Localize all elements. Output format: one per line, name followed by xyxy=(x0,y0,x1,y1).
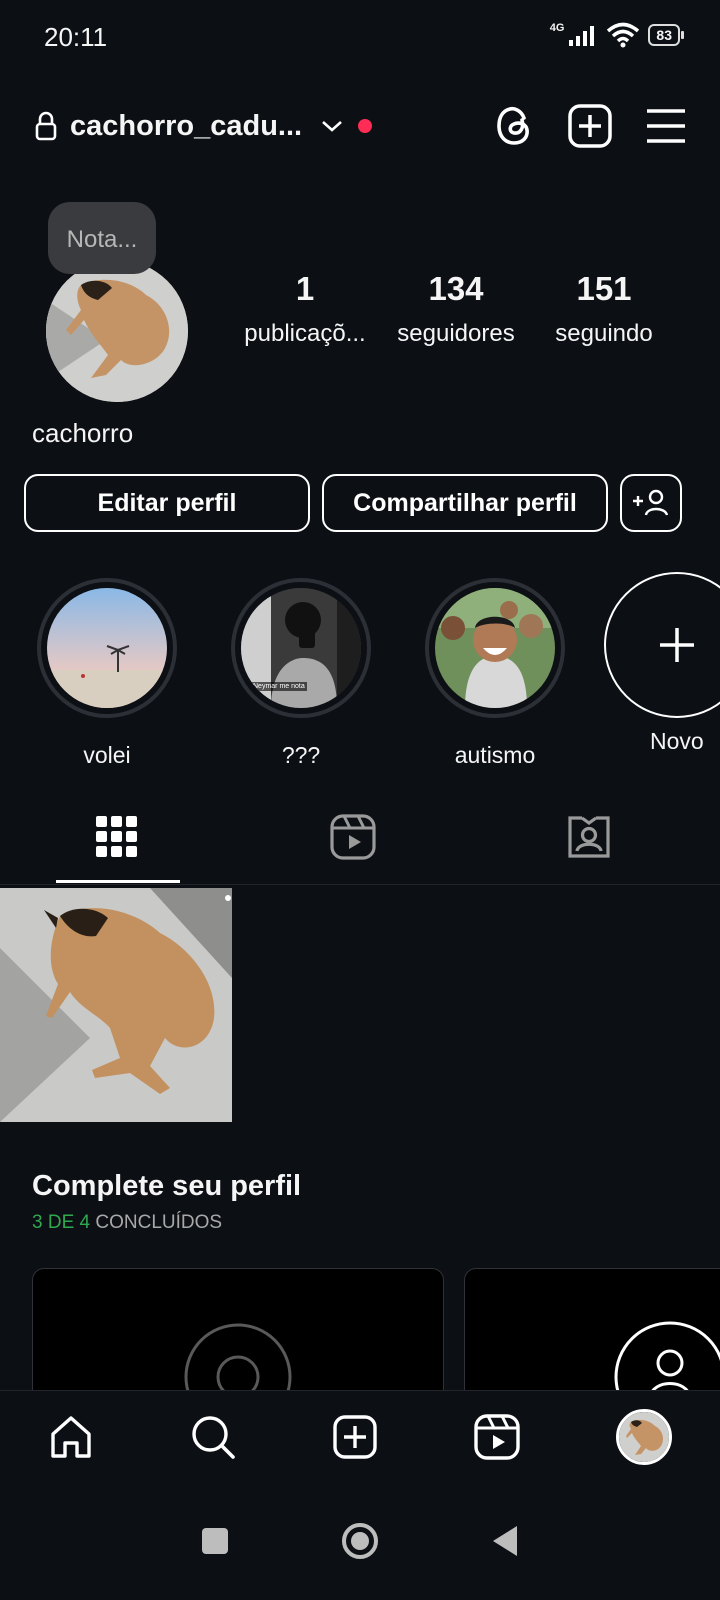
grid-icon xyxy=(96,816,137,857)
highlight-question[interactable]: Neymar me nota ??? xyxy=(228,578,374,769)
stat-followers[interactable]: 134 seguidores xyxy=(388,270,524,348)
person-circle-icon xyxy=(614,1321,720,1409)
discover-people-button[interactable] xyxy=(620,474,682,532)
home-icon[interactable] xyxy=(48,1414,94,1460)
highlight-label: ??? xyxy=(281,742,321,768)
camera-circle-icon xyxy=(184,1323,292,1409)
stat-following-count: 151 xyxy=(576,270,632,307)
profile-avatar[interactable] xyxy=(46,260,188,402)
profile-task-card[interactable] xyxy=(464,1268,720,1410)
status-icons: 4G 83 xyxy=(549,22,684,48)
complete-profile-title: Complete seu perfil xyxy=(32,1170,302,1202)
menu-icon[interactable] xyxy=(646,108,686,144)
lock-icon xyxy=(35,111,57,141)
search-icon[interactable] xyxy=(190,1414,236,1460)
create-icon[interactable] xyxy=(332,1414,378,1460)
stat-following[interactable]: 151 seguindo xyxy=(546,270,662,348)
network-type: 4G xyxy=(549,22,565,34)
note-bubble[interactable]: Nota... xyxy=(48,202,156,274)
dog-photo xyxy=(619,1412,669,1462)
add-post-icon[interactable] xyxy=(568,104,612,148)
highlight-ring xyxy=(425,578,565,718)
highlight-label: autismo xyxy=(454,742,536,768)
dog-photo xyxy=(46,260,188,402)
progress-count: 3 DE 4 xyxy=(32,1212,91,1233)
highlight-ring: Neymar me nota xyxy=(231,578,371,718)
reels-icon xyxy=(330,814,376,860)
highlight-ring xyxy=(37,578,177,718)
profile-tabs xyxy=(0,800,720,885)
tagged-icon xyxy=(568,816,610,858)
grid-post[interactable] xyxy=(0,888,232,1122)
display-name: cachorro xyxy=(32,418,134,448)
bottom-navigation xyxy=(0,1390,720,1483)
system-navigation xyxy=(0,1482,720,1600)
signal-icon xyxy=(569,26,595,46)
stat-following-label: seguindo xyxy=(555,320,653,347)
threads-icon[interactable] xyxy=(494,104,534,148)
highlight-autismo[interactable]: autismo xyxy=(422,578,568,769)
add-person-icon xyxy=(633,489,669,516)
battery-indicator: 83 xyxy=(648,24,684,46)
edit-profile-button[interactable]: Editar perfil xyxy=(24,474,310,532)
stat-posts-label: publicaçõ... xyxy=(244,320,366,347)
share-profile-button[interactable]: Compartilhar perfil xyxy=(322,474,608,532)
back-icon[interactable] xyxy=(490,1524,520,1558)
highlight-label: volei xyxy=(83,742,131,768)
profile-task-card[interactable] xyxy=(32,1268,444,1410)
chevron-down-icon[interactable] xyxy=(320,118,344,134)
highlight-caption: Neymar me nota xyxy=(251,682,307,691)
progress-status: CONCLUÍDOS xyxy=(95,1212,223,1233)
highlight-cover xyxy=(47,588,167,708)
dog-photo xyxy=(0,888,232,1122)
highlight-cover: Neymar me nota xyxy=(241,588,361,708)
home-circle-icon[interactable] xyxy=(340,1521,380,1561)
new-highlight-button[interactable] xyxy=(604,572,720,718)
wifi-icon xyxy=(607,22,640,48)
notification-dot xyxy=(358,119,373,133)
stat-posts-count: 1 xyxy=(295,270,315,307)
profile-avatar-nav[interactable] xyxy=(616,1409,672,1465)
stat-posts[interactable]: 1 publicaçõ... xyxy=(236,270,374,348)
new-highlight-label: Novo xyxy=(650,728,704,754)
active-tab-indicator xyxy=(56,880,180,883)
status-time: 20:11 xyxy=(44,22,108,52)
account-username[interactable]: cachorro_cadu... xyxy=(70,110,302,143)
reels-icon[interactable] xyxy=(474,1414,520,1460)
stat-followers-count: 134 xyxy=(428,270,484,307)
tab-tagged[interactable] xyxy=(566,814,612,860)
tab-grid[interactable] xyxy=(96,816,138,858)
recents-icon[interactable] xyxy=(200,1526,230,1556)
highlight-volei[interactable]: volei xyxy=(34,578,180,769)
complete-profile-progress: 3 DE 4 CONCLUÍDOS xyxy=(32,1212,222,1234)
highlight-cover xyxy=(435,588,555,708)
tab-reels[interactable] xyxy=(330,814,376,860)
stat-followers-label: seguidores xyxy=(397,320,515,347)
plus-icon xyxy=(660,628,694,662)
profile-header: cachorro_cadu... xyxy=(34,102,686,150)
